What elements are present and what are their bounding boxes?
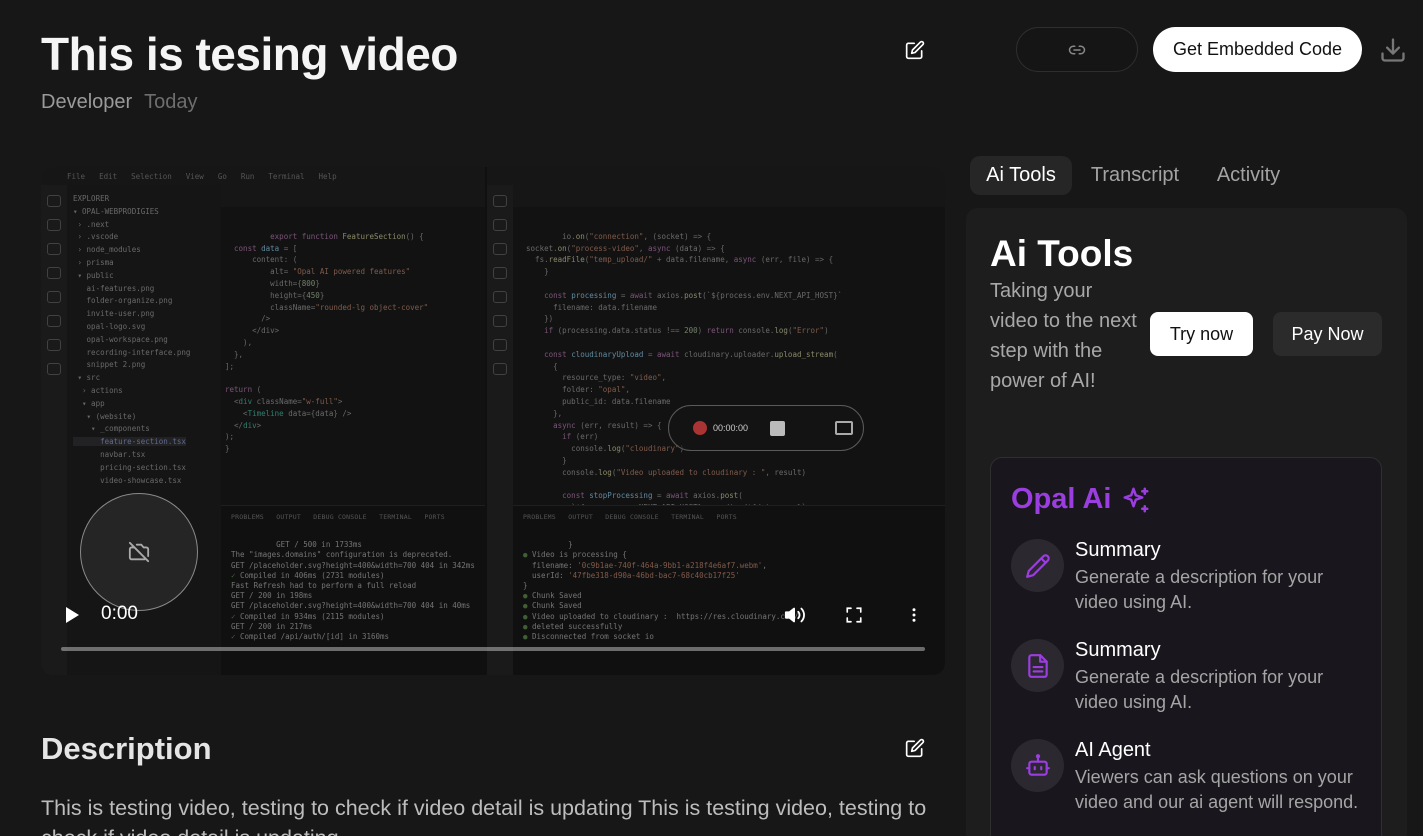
tab-activity[interactable]: Activity — [1202, 156, 1295, 195]
robot-icon — [1011, 739, 1064, 792]
opal-ai-heading: Opal Ai — [1011, 483, 1151, 516]
volume-icon — [784, 607, 805, 623]
video-meta: Developer Today — [41, 91, 198, 114]
get-embedded-code-button[interactable]: Get Embedded Code — [1153, 27, 1362, 72]
camera-bubble — [80, 493, 198, 611]
edit-title-button[interactable] — [902, 37, 928, 63]
pencil-icon — [1011, 539, 1064, 592]
tab-ai-tools[interactable]: Ai Tools — [970, 156, 1072, 195]
more-vertical-icon — [912, 608, 916, 622]
try-now-button[interactable]: Try now — [1150, 312, 1253, 356]
sparkles-icon — [1123, 487, 1149, 512]
pay-now-button[interactable]: Pay Now — [1273, 312, 1382, 356]
feature-description: Generate a description for your video us… — [1075, 567, 1324, 612]
description-text: This is testing video, testing to check … — [41, 796, 927, 836]
upload-date: Today — [144, 91, 198, 113]
video-title: This is tesing video — [41, 28, 458, 80]
download-icon — [1381, 38, 1405, 62]
volume-button[interactable] — [783, 603, 807, 627]
document-icon — [1011, 639, 1064, 692]
feature-summary: Summary Generate a description for your … — [1011, 539, 1371, 629]
feature-title: Summary — [1075, 539, 1161, 561]
description-heading: Description — [41, 731, 212, 766]
feature-title: AI Agent — [1075, 739, 1151, 761]
link-icon — [1068, 45, 1086, 54]
stop-icon — [770, 420, 786, 436]
feature-ai-agent: AI Agent Viewers can ask questions on yo… — [1011, 739, 1371, 829]
video-controls: 0:00 — [41, 595, 945, 655]
tab-transcript[interactable]: Transcript — [1078, 156, 1192, 195]
edit-icon — [905, 738, 925, 758]
ai-tools-subtitle: Taking your video to the next step with … — [990, 280, 1137, 392]
feature-description: Generate a description for your video us… — [1075, 667, 1324, 712]
record-dot-icon — [693, 421, 707, 435]
play-icon[interactable] — [66, 607, 79, 623]
copy-link-button[interactable] — [1016, 27, 1138, 72]
ai-tools-panel: Ai Tools Taking your video to the next s… — [966, 208, 1407, 836]
download-button[interactable] — [1377, 34, 1409, 66]
feature-summary-document: Summary Generate a description for your … — [1011, 639, 1371, 729]
feature-description: Viewers can ask questions on your video … — [1075, 767, 1359, 812]
video-player[interactable]: File Edit Selection View Go Run Terminal Help E… — [41, 167, 945, 675]
video-detail-page: This is tesing video Developer Today Get … — [0, 0, 1423, 836]
ai-tools-title: Ai Tools — [990, 233, 1134, 274]
video-progress-bar[interactable] — [61, 647, 925, 651]
fullscreen-button[interactable] — [842, 603, 866, 627]
opal-ai-title: Opal Ai — [1011, 483, 1112, 515]
fullscreen-icon — [846, 607, 862, 623]
cast-icon — [835, 421, 854, 435]
current-time: 0:00 — [101, 603, 138, 624]
edit-description-button[interactable] — [902, 735, 928, 761]
recorder-toolbar: 00:00:00 — [668, 405, 864, 451]
camera-off-icon — [128, 541, 150, 563]
feature-title: Summary — [1075, 639, 1161, 661]
opal-ai-card: Opal Ai Summary Generate a description f… — [990, 457, 1382, 836]
edit-icon — [905, 40, 925, 60]
recorder-time: 00:00:00 — [713, 423, 749, 433]
more-options-button[interactable] — [902, 603, 926, 627]
author-name: Developer — [41, 91, 133, 113]
